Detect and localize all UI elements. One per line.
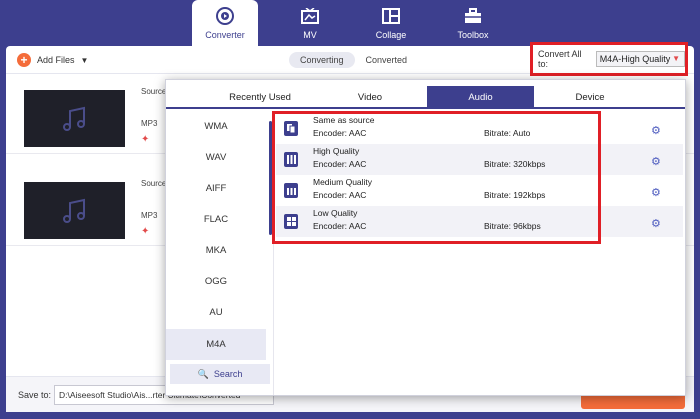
format-item-m4a[interactable]: M4A	[166, 329, 266, 360]
chevron-down-icon[interactable]: ▼	[81, 56, 89, 65]
format-item-wav[interactable]: WAV	[166, 142, 266, 173]
converting-tab[interactable]: Converting	[289, 52, 355, 68]
convert-all-value: M4A-High Quality	[599, 54, 671, 64]
save-to-label: Save to:	[18, 390, 52, 400]
tab-collage-label: Collage	[375, 30, 407, 40]
file-thumbnail	[24, 90, 125, 147]
collage-icon	[381, 6, 401, 26]
format-item-flac[interactable]: FLAC	[166, 204, 266, 235]
preset-highlight-box	[272, 111, 601, 244]
tab-mv[interactable]: MV	[277, 0, 343, 46]
tab-device[interactable]: Device	[546, 86, 634, 109]
add-files-button[interactable]: + Add Files ▼	[17, 53, 88, 67]
toolbox-icon	[463, 6, 483, 26]
edit-icon[interactable]: ✦	[141, 226, 149, 237]
gear-icon[interactable]: ⚙	[651, 155, 661, 168]
tab-toolbox-label: Toolbox	[457, 30, 489, 40]
search-label: Search	[213, 369, 243, 379]
format-item-mka[interactable]: MKA	[166, 235, 266, 266]
format-item-wma[interactable]: WMA	[166, 111, 266, 142]
format-tabs: Recently Used Video Audio Device	[166, 86, 685, 109]
converter-icon	[215, 6, 235, 26]
music-note-icon	[62, 198, 85, 223]
dropdown-arrow-icon: ▼	[672, 54, 680, 63]
toolbar: + Add Files ▼ Converting Converted Conve…	[6, 42, 694, 76]
convert-all-label: Convert All to:	[538, 49, 582, 69]
file-format: MP3	[141, 119, 158, 128]
format-search-button[interactable]: 🔍 Search	[170, 364, 270, 384]
converted-tab[interactable]: Converted	[355, 52, 419, 68]
format-item-ogg[interactable]: OGG	[166, 266, 266, 297]
format-item-aiff[interactable]: AIFF	[166, 173, 266, 204]
file-source-label: Source	[141, 87, 167, 96]
top-nav: Converter MV Collage Toolbox	[0, 0, 700, 46]
format-item-au[interactable]: AU	[166, 297, 266, 328]
gear-icon[interactable]: ⚙	[651, 217, 661, 230]
file-source-label: Source	[141, 179, 167, 188]
add-files-label: Add Files	[37, 55, 75, 65]
convert-all-select[interactable]: M4A-High Quality ▼	[595, 51, 685, 67]
mv-icon	[300, 6, 320, 26]
file-format: MP3	[141, 211, 158, 220]
plus-icon: +	[17, 53, 31, 67]
music-note-icon	[62, 106, 85, 131]
edit-icon[interactable]: ✦	[141, 134, 149, 145]
tab-recently-used[interactable]: Recently Used	[216, 86, 304, 109]
tab-audio[interactable]: Audio	[427, 86, 534, 109]
tab-collage[interactable]: Collage	[358, 0, 424, 46]
tab-video[interactable]: Video	[326, 86, 414, 109]
gear-icon[interactable]: ⚙	[651, 186, 661, 199]
tab-converter-label: Converter	[205, 30, 245, 40]
tab-converter[interactable]: Converter	[192, 0, 258, 46]
gear-icon[interactable]: ⚙	[651, 124, 661, 137]
format-list: WMA WAV AIFF FLAC MKA OGG AU M4A 🔍 Searc…	[166, 111, 274, 395]
status-switch: Converting Converted	[289, 52, 418, 68]
convert-all-control: Convert All to: M4A-High Quality ▼	[530, 42, 688, 76]
tab-toolbox[interactable]: Toolbox	[440, 0, 506, 46]
search-icon: 🔍	[197, 369, 212, 379]
tab-mv-label: MV	[303, 30, 317, 40]
file-thumbnail	[24, 182, 125, 239]
